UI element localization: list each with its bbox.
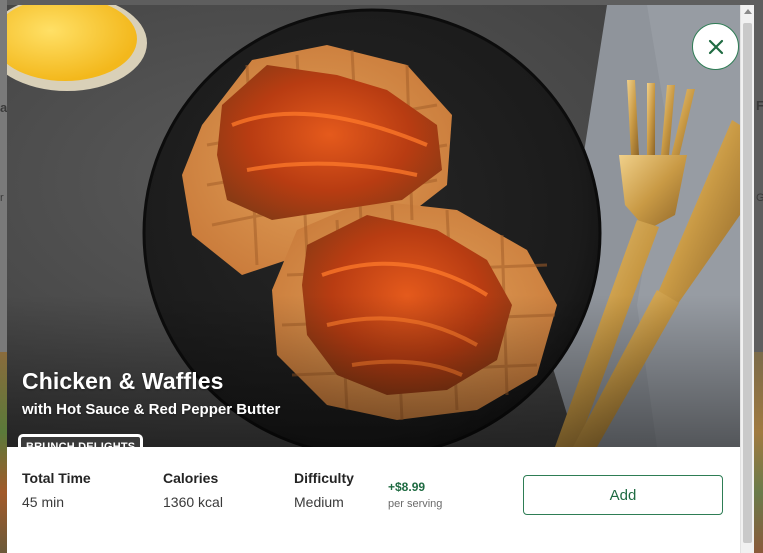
- add-button[interactable]: Add: [523, 475, 723, 515]
- scroll-up-arrow-icon[interactable]: [744, 9, 752, 14]
- stat-total-time: Total Time 45 min: [22, 469, 91, 511]
- stat-label: Total Time: [22, 470, 91, 486]
- background-left-edge: [0, 0, 7, 553]
- background-food-image: [0, 352, 7, 553]
- close-icon: [708, 39, 723, 54]
- recipe-info-bar: Total Time 45 min Calories 1360 kcal Dif…: [7, 447, 740, 553]
- stat-difficulty: Difficulty Medium: [294, 469, 354, 511]
- modal-scrollbar[interactable]: [740, 5, 754, 553]
- background-text: r: [0, 192, 4, 204]
- background-food-image: [754, 352, 763, 553]
- stat-value: 1360 kcal: [163, 494, 223, 510]
- stat-calories: Calories 1360 kcal: [163, 469, 223, 511]
- background-text: G: [756, 192, 763, 204]
- stat-value: 45 min: [22, 494, 65, 510]
- scrollbar-thumb[interactable]: [743, 23, 752, 543]
- recipe-modal: Chicken & Waffles with Hot Sauce & Red P…: [7, 5, 740, 553]
- price-unit: per serving: [388, 498, 443, 510]
- recipe-subtitle: with Hot Sauce & Red Pepper Butter: [22, 401, 281, 418]
- background-text: F: [756, 98, 763, 113]
- price-amount: +$8.99: [388, 480, 426, 494]
- recipe-title: Chicken & Waffles: [22, 368, 224, 394]
- recipe-hero-image: Chicken & Waffles with Hot Sauce & Red P…: [7, 5, 740, 447]
- stat-label: Calories: [163, 470, 219, 486]
- stat-label: Difficulty: [294, 470, 354, 486]
- close-button[interactable]: [692, 23, 739, 70]
- price-info: +$8.99 per serving: [388, 480, 442, 511]
- stat-value: Medium: [294, 494, 344, 510]
